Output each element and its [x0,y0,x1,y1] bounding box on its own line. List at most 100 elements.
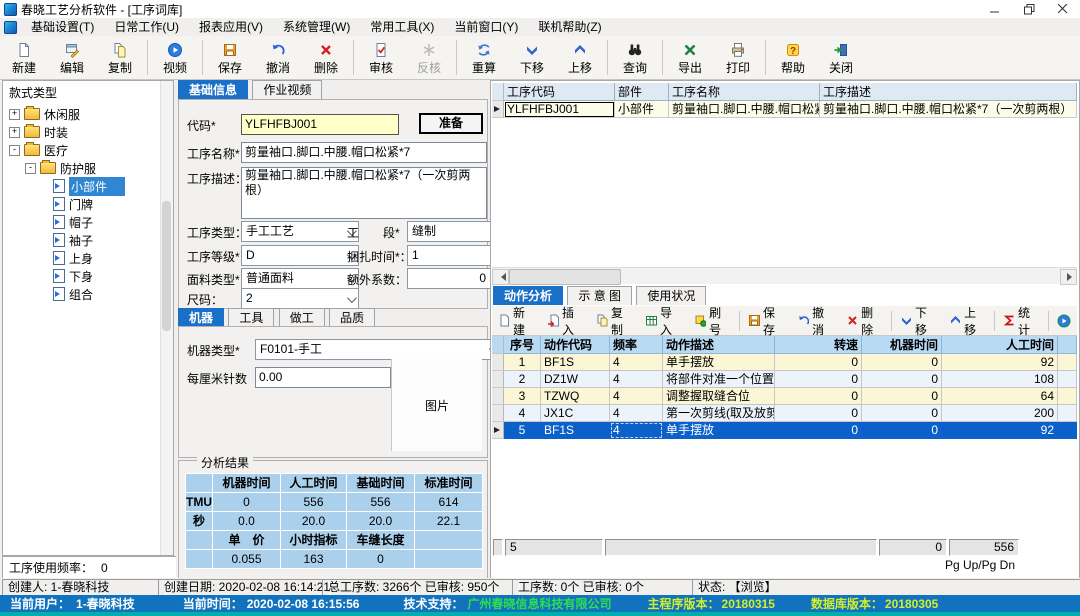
save-button[interactable]: 保存 [206,36,254,79]
tree-node-small-parts[interactable]: 小部件 [3,177,173,195]
action-save-button[interactable]: 保存 [742,309,791,333]
expand-plus-icon[interactable]: + [9,127,20,138]
query-button[interactable]: 查询 [611,36,659,79]
action-play-button[interactable] [1051,309,1077,333]
undo-button[interactable]: 撤消 [254,36,302,79]
copy-button[interactable]: 复制 [96,36,144,79]
code-input[interactable]: YLFHFBJ001 [241,114,399,135]
action-row-1[interactable]: 1 BF1S 4 单手摆放 0 0 92 [492,354,1077,371]
toolbar-separator [353,40,354,75]
action-insert-button[interactable]: 插入 [541,309,590,333]
tree-header: 款式类型 [3,81,173,105]
collapse-minus-icon[interactable]: - [9,145,20,156]
export-button[interactable]: 导出 [666,36,714,79]
close-button[interactable] [1046,0,1080,18]
tab-workmanship[interactable]: 做工 [279,308,325,327]
new-button[interactable]: 新建 [0,36,48,79]
action-move-up-button[interactable]: 上移 [943,309,992,333]
action-row-2[interactable]: 2 DZ1W 4 将部件对准一个位置 0 0 108 [492,371,1077,388]
tab-quality[interactable]: 品质 [329,308,375,327]
size-select[interactable]: 2 [241,288,359,309]
ready-button[interactable]: 准备 [419,113,483,134]
tree-node-protective-suit[interactable]: - 防护服 [3,159,173,177]
process-type-select[interactable]: 手工工艺 [241,221,359,242]
extra-factor-select[interactable]: 0 [407,268,503,289]
action-move-down-button[interactable]: 下移 [894,309,943,333]
action-row-3[interactable]: 3 TZWQ 4 调整握取缝合位 0 0 64 [492,388,1077,405]
machine-type-select[interactable]: F0101-手工 [255,339,501,360]
leaf-page-icon [53,251,65,265]
restore-button[interactable] [1012,0,1046,18]
tab-tools[interactable]: 工具 [228,308,274,327]
menu-system-admin[interactable]: 系统管理(W) [273,18,360,36]
undo-arrow-icon [270,41,286,58]
tab-schematic[interactable]: 示 意 图 [567,286,632,305]
tab-machine[interactable]: 机器 [178,308,224,327]
tree-node-hat[interactable]: 帽子 [3,213,173,231]
process-desc-textarea[interactable]: 剪量袖口.脚口.中腰.帽口松紧*7（一次剪两根） [241,167,487,219]
tab-action-analysis[interactable]: 动作分析 [493,286,563,305]
recalculate-button[interactable]: 重算 [460,36,508,79]
tree-node-sleeve[interactable]: 袖子 [3,231,173,249]
video-button[interactable]: 视频 [151,36,199,79]
tree-node-lower-body[interactable]: 下身 [3,267,173,285]
state-status: 状态: 【浏览】 [692,579,1080,596]
process-grid-row[interactable]: YLFHFBJ001 小部件 剪量袖口.脚口.中腰.帽口松紧*7 剪量袖口.脚口… [492,101,1077,118]
tab-work-video[interactable]: 作业视频 [252,80,322,99]
action-undo-button[interactable]: 撤消 [791,309,840,333]
leaf-page-icon [53,269,65,283]
bundle-time-select[interactable]: 1 [407,245,503,266]
action-copy-button[interactable]: 复制 [590,309,639,333]
process-grid-hscrollbar[interactable] [492,267,1077,284]
fabric-type-select[interactable]: 普通面料 [241,268,359,289]
menu-common-tools[interactable]: 常用工具(X) [360,18,444,36]
action-delete-button[interactable]: 删除 [840,309,889,333]
move-up-button[interactable]: 上移 [556,36,604,79]
close-window-button[interactable]: 关闭 [817,36,865,79]
action-new-button[interactable]: 新建 [492,309,541,333]
scrollbar-thumb[interactable] [509,269,621,285]
menu-daily-work[interactable]: 日常工作(U) [104,18,189,36]
folder-icon [24,126,40,138]
action-import-button[interactable]: 导入 [639,309,688,333]
tree-node-upper-body[interactable]: 上身 [3,249,173,267]
menu-online-help[interactable]: 联机帮助(Z) [528,18,611,36]
summary-count: 5 [505,539,603,556]
picture-box[interactable]: 图片 [391,359,482,451]
print-button[interactable]: 打印 [714,36,762,79]
tree-node-combination[interactable]: 组合 [3,285,173,303]
stitch-density-input[interactable]: 0.00 [255,367,391,388]
tree-node-medical[interactable]: - 医疗 [3,141,173,159]
unaudit-button[interactable]: 反核 [405,36,453,79]
process-name-input[interactable]: 剪量袖口.脚口.中腰.帽口松紧*7 [241,142,487,163]
scroll-right-arrow[interactable] [1060,269,1077,285]
action-statistics-button[interactable]: 统计 [997,309,1046,333]
minimize-button[interactable] [978,0,1012,18]
scrollbar-thumb[interactable] [162,201,171,331]
menu-basic-settings[interactable]: 基础设置(T) [21,18,104,36]
tree-vertical-scrollbar[interactable] [160,81,173,555]
work-section-select[interactable]: 缝制 [407,221,503,242]
collapse-minus-icon[interactable]: - [25,163,36,174]
move-down-button[interactable]: 下移 [508,36,556,79]
tree-node-casual-wear[interactable]: + 休闲服 [3,105,173,123]
expand-plus-icon[interactable]: + [9,109,20,120]
action-row-5-selected[interactable]: 5 BF1S 4 单手摆放 0 0 92 [492,422,1077,439]
scroll-left-arrow[interactable] [492,269,509,285]
edit-button[interactable]: 编辑 [48,36,96,79]
tree-node-fashion[interactable]: + 时装 [3,123,173,141]
audit-button[interactable]: 审核 [357,36,405,79]
tab-basic-info[interactable]: 基础信息 [178,80,248,99]
action-row-4[interactable]: 4 JX1C 4 第一次剪线(取及放剪刀) 0 0 200 [492,405,1077,422]
tab-usage-status[interactable]: 使用状况 [636,286,706,305]
menu-reports[interactable]: 报表应用(V) [189,18,273,36]
menu-current-window[interactable]: 当前窗口(Y) [444,18,528,36]
delete-button[interactable]: 删除 [302,36,350,79]
action-renumber-button[interactable]: 刷号 [688,309,737,333]
arrow-up-icon [572,41,588,58]
process-grade-select[interactable]: D [241,245,359,266]
leaf-page-icon [53,197,65,211]
picture-placeholder-label: 图片 [425,397,449,414]
help-button[interactable]: ? 帮助 [769,36,817,79]
tree-node-door-plate[interactable]: 门牌 [3,195,173,213]
